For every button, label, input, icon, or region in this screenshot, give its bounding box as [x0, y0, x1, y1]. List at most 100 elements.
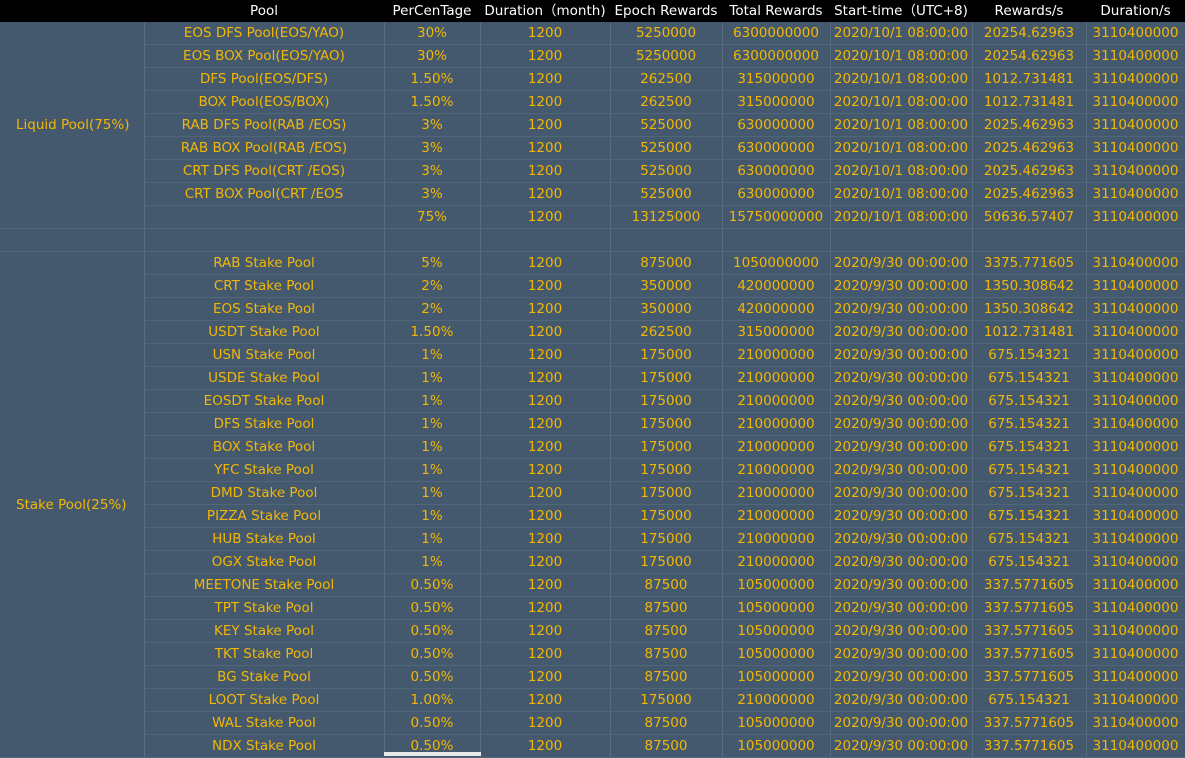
- table-cell: 1.50%: [384, 90, 481, 114]
- table-row: TPT Stake Pool 0.50% 1200 87500 105000000 202…: [0, 596, 1185, 620]
- empty-cell: [972, 228, 1087, 252]
- table-cell: 2020/9/30 00:00:00: [830, 297, 973, 321]
- table-cell: 1200: [480, 205, 611, 229]
- table-cell: 0.50%: [384, 619, 481, 643]
- table-cell: 13125000: [610, 205, 723, 229]
- table-cell: 175000: [610, 481, 723, 505]
- table-cell: 2020/10/1 08:00:00: [830, 67, 973, 91]
- table-cell: 675.154321: [972, 550, 1087, 574]
- table-cell: 675.154321: [972, 458, 1087, 482]
- empty-cell: [830, 228, 973, 252]
- table-cell: 87500: [610, 711, 723, 735]
- table-cell: 3110400000: [1086, 596, 1185, 620]
- table-cell: 3110400000: [1086, 182, 1185, 206]
- table-cell: EOS BOX Pool(EOS/YAO): [144, 44, 385, 68]
- table-cell: 420000000: [722, 297, 831, 321]
- table-row: Stake Pool(25%) RAB Stake Pool 5% 1200 87500…: [0, 251, 1185, 758]
- table-cell: 3110400000: [1086, 412, 1185, 436]
- table-cell: 3110400000: [1086, 665, 1185, 689]
- table-cell: 1200: [480, 389, 611, 413]
- table-cell: 262500: [610, 67, 723, 91]
- table-cell: 210000000: [722, 412, 831, 436]
- table-cell: YFC Stake Pool: [144, 458, 385, 482]
- table-cell: 1.50%: [384, 320, 481, 344]
- column-header: Rewards/s: [972, 0, 1086, 22]
- table-cell: 175000: [610, 458, 723, 482]
- table-row: EOSDT Stake Pool 1% 1200 175000 210000000 202…: [0, 389, 1185, 413]
- table-cell: 3110400000: [1086, 113, 1185, 137]
- table-cell: 3110400000: [1086, 504, 1185, 528]
- table-cell: 175000: [610, 343, 723, 367]
- table-row: BOX Stake Pool 1% 1200 175000 210000000 2020/…: [0, 435, 1185, 459]
- table-cell: MEETONE Stake Pool: [144, 573, 385, 597]
- table-cell: WAL Stake Pool: [144, 711, 385, 735]
- table-row: BOX Pool(EOS/BOX) 1.50% 1200 262500 31500000…: [0, 90, 1185, 114]
- table-cell: 1200: [480, 320, 611, 344]
- table-row: OGX Stake Pool 1% 1200 175000 210000000 2020/…: [0, 550, 1185, 574]
- table-cell: 1200: [480, 481, 611, 505]
- table-cell: 210000000: [722, 688, 831, 712]
- column-header: Duration（month): [480, 0, 610, 22]
- table-cell: 2%: [384, 274, 481, 298]
- table-row: HUB Stake Pool 1% 1200 175000 210000000 2020/…: [0, 527, 1185, 551]
- table-cell: 3110400000: [1086, 389, 1185, 413]
- table-cell: BOX Stake Pool: [144, 435, 385, 459]
- table-cell: 630000000: [722, 113, 831, 137]
- table-cell: 210000000: [722, 458, 831, 482]
- table-cell: KEY Stake Pool: [144, 619, 385, 643]
- table-cell: 6300000000: [722, 22, 831, 45]
- table-cell: PIZZA Stake Pool: [144, 504, 385, 528]
- table-cell: 1200: [480, 711, 611, 735]
- table-row: TKT Stake Pool 0.50% 1200 87500 105000000 202…: [0, 642, 1185, 666]
- table-cell: EOS Stake Pool: [144, 297, 385, 321]
- table-cell: 1350.308642: [972, 274, 1087, 298]
- table-cell: 2020/10/1 08:00:00: [830, 22, 973, 45]
- table-cell: 1200: [480, 596, 611, 620]
- table-row: RAB DFS Pool(RAB /EOS) 3% 1200 525000 630000…: [0, 113, 1185, 137]
- table-cell: TPT Stake Pool: [144, 596, 385, 620]
- table-cell: 5%: [384, 251, 481, 275]
- table-cell: 2020/9/30 00:00:00: [830, 734, 973, 758]
- table-cell: LOOT Stake Pool: [144, 688, 385, 712]
- header-row: Pool PerCenTage Duration（month) Epoch Rewar…: [0, 0, 1185, 22]
- table-cell: 525000: [610, 182, 723, 206]
- table-cell: 3110400000: [1086, 297, 1185, 321]
- table-cell: 3110400000: [1086, 44, 1185, 68]
- table-cell: 2020/10/1 08:00:00: [830, 44, 973, 68]
- table-cell: 1200: [480, 504, 611, 528]
- table-cell: 3%: [384, 182, 481, 206]
- table-cell: EOS DFS Pool(EOS/YAO): [144, 22, 385, 45]
- table-cell: 1200: [480, 159, 611, 183]
- spacer-row: [0, 228, 1185, 252]
- table-cell: 3110400000: [1086, 320, 1185, 344]
- column-header: Epoch Rewards: [610, 0, 722, 22]
- table-cell: 337.5771605: [972, 711, 1087, 735]
- table-cell: 210000000: [722, 366, 831, 390]
- table-cell: 2020/9/30 00:00:00: [830, 458, 973, 482]
- table-cell: 30%: [384, 44, 481, 68]
- table-cell: TKT Stake Pool: [144, 642, 385, 666]
- table-cell: 2020/9/30 00:00:00: [830, 550, 973, 574]
- table-cell: 0.50%: [384, 573, 481, 597]
- table-cell: 1200: [480, 22, 611, 45]
- table-cell: 1200: [480, 550, 611, 574]
- table-cell: 2020/9/30 00:00:00: [830, 619, 973, 643]
- table-cell: 175000: [610, 688, 723, 712]
- table-cell: 630000000: [722, 136, 831, 160]
- empty-cell: [480, 228, 611, 252]
- table-cell: 3110400000: [1086, 435, 1185, 459]
- table-cell: 2020/9/30 00:00:00: [830, 573, 973, 597]
- table-cell: 87500: [610, 596, 723, 620]
- table-cell: 337.5771605: [972, 573, 1087, 597]
- table-cell: 2025.462963: [972, 182, 1087, 206]
- table-cell: 337.5771605: [972, 734, 1087, 758]
- table-cell: 2025.462963: [972, 136, 1087, 160]
- table-cell: [144, 205, 385, 229]
- table-cell: NDX Stake Pool: [144, 734, 385, 758]
- table-cell: 1200: [480, 44, 611, 68]
- empty-cell: [1086, 228, 1185, 252]
- table-cell: 20254.62963: [972, 44, 1087, 68]
- table-cell: 30%: [384, 22, 481, 45]
- table-cell: 3110400000: [1086, 734, 1185, 758]
- table-cell: 75%: [384, 205, 481, 229]
